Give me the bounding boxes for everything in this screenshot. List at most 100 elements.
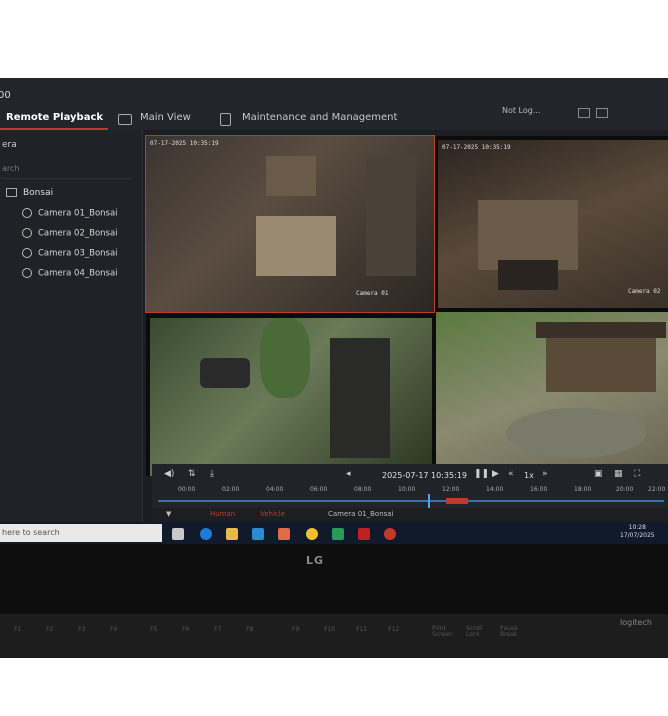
camera-item-label: Camera 04_Bonsai bbox=[38, 268, 118, 279]
key-label: F5 bbox=[150, 626, 158, 633]
key-label: F3 bbox=[78, 626, 86, 633]
filter-icon[interactable]: ▼ bbox=[166, 510, 171, 518]
acrobat-icon[interactable] bbox=[358, 528, 370, 540]
camera-item-4[interactable]: Camera 04_Bonsai bbox=[22, 268, 118, 279]
timeline-tick: 20:00 bbox=[616, 486, 634, 493]
filter-vehicle[interactable]: Vehicle bbox=[260, 510, 285, 518]
table-shape bbox=[498, 260, 558, 290]
window-title: 00 bbox=[0, 90, 11, 101]
logitech-logo: logitech bbox=[620, 618, 652, 627]
timeline-tick: 18:00 bbox=[574, 486, 592, 493]
key-label: F6 bbox=[182, 626, 190, 633]
video-tile-2[interactable]: 07-17-2025 10:35:19 Camera 02 bbox=[438, 140, 668, 308]
timeline-tick: 14:00 bbox=[486, 486, 504, 493]
timeline-tick: 00:00 bbox=[178, 486, 196, 493]
edge-icon[interactable] bbox=[200, 528, 212, 540]
download-icon[interactable]: ⤓ bbox=[210, 469, 214, 479]
timeline-tick: 06:00 bbox=[310, 486, 328, 493]
timeline-tick: 16:00 bbox=[530, 486, 548, 493]
video-grid: 07-17-2025 10:35:19 Camera 01 07-17-2025… bbox=[145, 135, 668, 476]
taskbar-search[interactable]: here to search bbox=[0, 524, 162, 542]
playback-datetime: 2025-07-17 10:35:19 bbox=[382, 471, 467, 480]
key-label: F4 bbox=[110, 626, 118, 633]
play-icon[interactable]: ▶ bbox=[492, 469, 499, 479]
chrome-icon[interactable] bbox=[306, 528, 318, 540]
tab-maintenance[interactable]: Maintenance and Management bbox=[242, 112, 397, 123]
vms-app-icon[interactable] bbox=[384, 528, 396, 540]
sidebar-search[interactable]: arch bbox=[2, 164, 132, 179]
store-icon[interactable] bbox=[278, 528, 290, 540]
shelf-shape bbox=[366, 156, 416, 276]
osd-camera-name: Camera 02 bbox=[628, 288, 661, 295]
mail-icon[interactable] bbox=[252, 528, 264, 540]
folder-bonsai[interactable]: Bonsai bbox=[6, 188, 53, 198]
lg-logo: LG bbox=[306, 554, 325, 567]
roof-shape bbox=[536, 322, 666, 338]
pond-shape bbox=[506, 408, 646, 458]
key-label: F12 bbox=[388, 626, 400, 633]
keyboard bbox=[0, 616, 668, 658]
main-view-icon bbox=[118, 114, 132, 125]
key-label: Pause Break bbox=[500, 625, 518, 638]
video-tile-1[interactable]: 07-17-2025 10:35:19 Camera 01 bbox=[145, 135, 435, 313]
task-view-icon[interactable] bbox=[172, 528, 184, 540]
osd-timestamp: 07-17-2025 10:35:19 bbox=[442, 144, 511, 151]
timeline-tick: 10:00 bbox=[398, 486, 416, 493]
clock-time: 10:28 bbox=[628, 524, 646, 531]
timeline-playhead[interactable] bbox=[428, 494, 430, 508]
file-explorer-icon[interactable] bbox=[226, 528, 238, 540]
camera-icon bbox=[22, 208, 32, 218]
video-tile-4[interactable] bbox=[436, 312, 668, 476]
rewind-icon[interactable]: « bbox=[508, 469, 514, 479]
key-label: F10 bbox=[324, 626, 336, 633]
sidebar-label: era bbox=[2, 140, 17, 150]
osd-camera-name: Camera 01 bbox=[356, 290, 389, 297]
timeline-event bbox=[446, 498, 468, 504]
camera-item-1[interactable]: Camera 01_Bonsai bbox=[22, 208, 118, 219]
timeline-tick: 08:00 bbox=[354, 486, 372, 493]
camera-item-label: Camera 02_Bonsai bbox=[38, 228, 118, 239]
excel-icon[interactable] bbox=[332, 528, 344, 540]
monitor-photo: 00 Remote Playback Main View Maintenance… bbox=[0, 78, 668, 658]
pause-icon[interactable]: ❚❚ bbox=[474, 469, 489, 479]
taskbar-clock[interactable]: 10:28 17/07/2025 bbox=[620, 524, 655, 540]
folder-icon bbox=[6, 188, 17, 197]
osd-timestamp: 07-17-2025 10:35:19 bbox=[150, 140, 219, 147]
fullscreen-icon[interactable]: ⛶ bbox=[634, 469, 640, 479]
boxes-shape bbox=[256, 216, 336, 276]
filter-camera: Camera 01_Bonsai bbox=[328, 510, 394, 518]
volume-icon[interactable]: ◀) bbox=[164, 469, 174, 479]
key-label: F11 bbox=[356, 626, 368, 633]
key-label: Print Screen bbox=[432, 625, 453, 638]
key-label: F2 bbox=[46, 626, 54, 633]
video-tile-3[interactable] bbox=[150, 318, 432, 476]
fast-forward-icon[interactable]: » bbox=[542, 469, 548, 479]
snapshot-icon[interactable]: ▣ bbox=[594, 469, 603, 479]
tab-main-view[interactable]: Main View bbox=[140, 112, 191, 123]
filter-human[interactable]: Human bbox=[210, 510, 235, 518]
camera-item-label: Camera 03_Bonsai bbox=[38, 248, 118, 259]
maintenance-icon bbox=[220, 113, 231, 126]
clip-icon[interactable]: ⇅ bbox=[188, 469, 196, 479]
account-status[interactable]: Not Log... bbox=[502, 106, 540, 115]
key-label: F8 bbox=[246, 626, 254, 633]
playback-speed[interactable]: 1x bbox=[524, 471, 534, 480]
camera-item-2[interactable]: Camera 02_Bonsai bbox=[22, 228, 118, 239]
key-label: F9 bbox=[292, 626, 300, 633]
key-label: Scroll Lock bbox=[466, 625, 483, 638]
camera-item-label: Camera 01_Bonsai bbox=[38, 208, 118, 219]
timeline-tick: 02:00 bbox=[222, 486, 240, 493]
timeline-tick: 04:00 bbox=[266, 486, 284, 493]
step-back-icon[interactable]: ◂ bbox=[346, 469, 351, 479]
minimize-icon[interactable] bbox=[578, 108, 590, 118]
shelf-shape bbox=[266, 156, 316, 196]
car-shape bbox=[200, 358, 250, 388]
timeline-tick: 12:00 bbox=[442, 486, 460, 493]
tab-remote-playback[interactable]: Remote Playback bbox=[6, 112, 103, 123]
playback-controls: ◀) ⇅ ⤓ ◂ 2025-07-17 10:35:19 ❚❚ ▶ « 1x »… bbox=[152, 464, 668, 512]
camera-item-3[interactable]: Camera 03_Bonsai bbox=[22, 248, 118, 259]
key-label: F7 bbox=[214, 626, 222, 633]
camera-icon bbox=[22, 248, 32, 258]
restore-icon[interactable] bbox=[596, 108, 608, 118]
layout-icon[interactable]: ▦ bbox=[614, 469, 623, 479]
